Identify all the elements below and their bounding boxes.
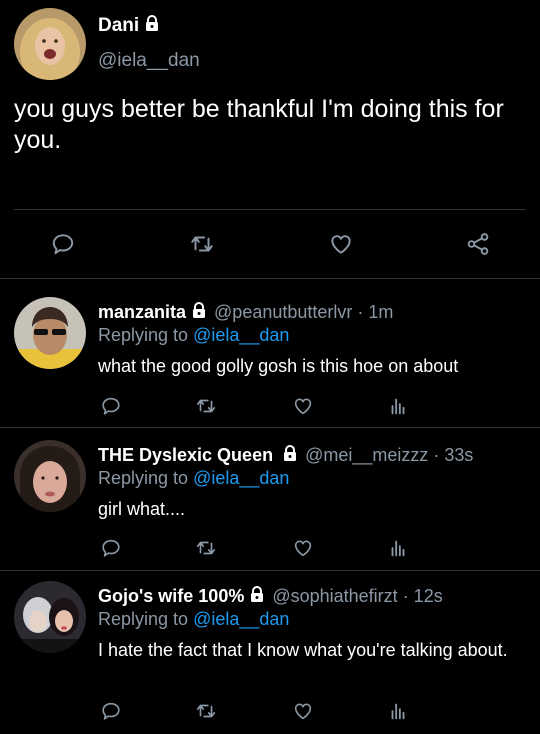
retweet-icon xyxy=(196,541,216,555)
lock-icon xyxy=(248,585,266,608)
display-name[interactable]: manzanita xyxy=(98,302,186,323)
like-button[interactable] xyxy=(290,394,316,418)
divider xyxy=(14,209,526,210)
avatar[interactable] xyxy=(14,440,86,512)
display-name[interactable]: Dani xyxy=(98,15,139,37)
lock-icon xyxy=(281,444,299,467)
timestamp: · 1m xyxy=(357,302,394,322)
analytics-icon xyxy=(391,540,405,557)
reply-icon xyxy=(102,397,120,415)
main-tweet: Dani @iela__dan you guys better be thank… xyxy=(0,0,540,278)
replying-to-link[interactable]: @iela__dan xyxy=(193,468,289,488)
reply-button[interactable] xyxy=(48,230,78,258)
like-button[interactable] xyxy=(326,230,356,258)
avatar[interactable] xyxy=(14,581,86,653)
handle[interactable]: @sophiathefirzt xyxy=(272,586,397,607)
retweet-button[interactable] xyxy=(193,699,219,723)
replying-to-link[interactable]: @iela__dan xyxy=(193,609,289,629)
share-icon xyxy=(467,233,489,255)
reply-text: I hate the fact that I know what you're … xyxy=(98,640,508,660)
display-name[interactable]: Gojo's wife 100% xyxy=(98,586,244,607)
replying-prefix: Replying to xyxy=(98,325,189,345)
like-icon xyxy=(294,398,312,415)
replying-to-line: Replying to @iela__dan xyxy=(98,609,289,630)
share-button[interactable] xyxy=(463,230,493,258)
handle[interactable]: @mei__meizzz xyxy=(305,445,428,466)
handle[interactable]: @iela__dan xyxy=(98,50,200,72)
replying-prefix: Replying to xyxy=(98,609,189,629)
replying-to-line: Replying to @iela__dan xyxy=(98,325,289,346)
analytics-icon xyxy=(391,703,405,720)
like-icon xyxy=(294,703,312,720)
reply-text: girl what.... xyxy=(98,499,186,519)
replying-to-line: Replying to @iela__dan xyxy=(98,468,289,489)
reply-tweet[interactable]: manzanita @peanutbutterlvr · 1m Replying… xyxy=(0,279,540,427)
timestamp: · 33s xyxy=(433,445,474,465)
replying-prefix: Replying to xyxy=(98,468,189,488)
display-name[interactable]: THE Dyslexic Queen xyxy=(98,445,273,466)
lock-icon xyxy=(190,301,208,324)
analytics-button[interactable] xyxy=(385,536,411,560)
reply-icon xyxy=(102,702,120,720)
like-button[interactable] xyxy=(290,536,316,560)
retweet-button[interactable] xyxy=(193,536,219,560)
reply-tweet[interactable]: THE Dyslexic Queen @mei__meizzz · 33s Re… xyxy=(0,428,540,570)
retweet-icon xyxy=(191,236,213,252)
retweet-button[interactable] xyxy=(193,394,219,418)
like-button[interactable] xyxy=(290,699,316,723)
handle[interactable]: @peanutbutterlvr xyxy=(214,302,352,323)
retweet-button[interactable] xyxy=(187,230,217,258)
tweet-text: you guys better be thankful I'm doing th… xyxy=(14,95,504,154)
reply-text: what the good golly gosh is this hoe on … xyxy=(98,356,459,376)
like-icon xyxy=(294,540,312,557)
reply-icon xyxy=(52,234,74,255)
reply-button[interactable] xyxy=(98,699,124,723)
avatar[interactable] xyxy=(14,297,86,369)
timestamp: · 12s xyxy=(402,586,443,606)
replying-to-link[interactable]: @iela__dan xyxy=(193,325,289,345)
analytics-button[interactable] xyxy=(385,394,411,418)
retweet-icon xyxy=(196,399,216,413)
analytics-button[interactable] xyxy=(385,699,411,723)
avatar[interactable] xyxy=(14,8,86,80)
reply-button[interactable] xyxy=(98,394,124,418)
analytics-icon xyxy=(391,398,405,415)
reply-tweet[interactable]: Gojo's wife 100% @sophiathefirzt · 12s R… xyxy=(0,571,540,734)
reply-button[interactable] xyxy=(98,536,124,560)
retweet-icon xyxy=(196,704,216,718)
reply-icon xyxy=(102,539,120,557)
like-icon xyxy=(331,235,351,254)
lock-icon xyxy=(143,14,161,38)
